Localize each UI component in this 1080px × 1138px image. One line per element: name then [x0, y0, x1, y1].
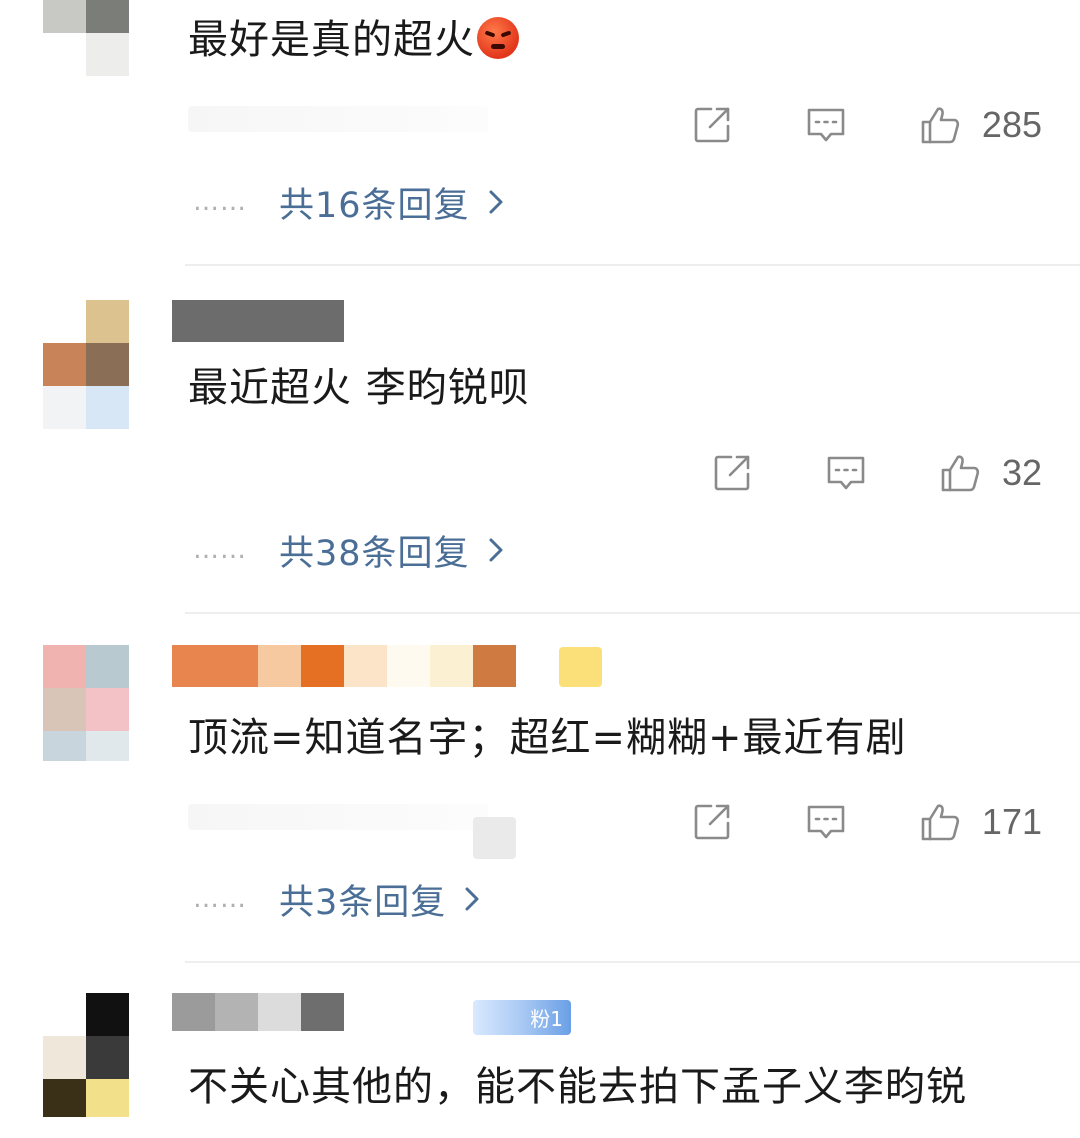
comment-text: 顶流=知道名字；超红=糊糊+最近有剧 — [188, 715, 907, 761]
replies-row: …… 共3条回复 — [193, 874, 480, 924]
chevron-right-icon — [465, 887, 479, 911]
comment-text: 最好是真的超火 — [188, 16, 519, 64]
share-icon[interactable] — [710, 451, 754, 495]
view-replies-link[interactable]: 共16条回复 — [279, 177, 504, 228]
divider — [185, 264, 1080, 266]
avatar[interactable] — [43, 0, 129, 76]
reply-dots: …… — [193, 187, 247, 217]
avatar[interactable] — [43, 645, 129, 761]
divider — [185, 961, 1080, 963]
like-button[interactable]: 171 — [918, 800, 1042, 844]
comment-meta — [188, 106, 488, 132]
comment-actions: 32 — [710, 448, 1042, 498]
reply-dots: …… — [193, 535, 247, 565]
comment-text: 最近超火 李昀锐呗 — [188, 365, 530, 411]
username[interactable] — [172, 993, 344, 1031]
like-button[interactable]: 32 — [938, 451, 1042, 495]
view-replies-link[interactable]: 共38条回复 — [279, 525, 504, 576]
comment-icon[interactable] — [804, 800, 848, 844]
like-button[interactable]: 285 — [918, 103, 1042, 147]
view-replies-link[interactable]: 共3条回复 — [279, 874, 480, 925]
divider — [185, 612, 1080, 614]
angry-face-emoji — [477, 17, 519, 59]
replies-row: …… 共38条回复 — [193, 525, 504, 575]
comment-actions: 171 — [690, 797, 1042, 847]
thumbs-up-icon — [918, 800, 962, 844]
location-blur — [473, 817, 516, 859]
username[interactable] — [172, 645, 516, 687]
badge — [559, 647, 602, 687]
thumbs-up-icon — [918, 103, 962, 147]
avatar[interactable] — [43, 300, 129, 429]
thumbs-up-icon — [938, 451, 982, 495]
comment-text: 不关心其他的，能不能去拍下孟子义李昀锐 — [188, 1064, 967, 1110]
comment-actions: 285 — [690, 100, 1042, 150]
like-count: 285 — [981, 104, 1042, 145]
share-icon[interactable] — [690, 800, 734, 844]
comment-icon[interactable] — [824, 451, 868, 495]
chevron-right-icon — [489, 190, 503, 214]
like-count: 171 — [981, 801, 1042, 842]
share-icon[interactable] — [690, 103, 734, 147]
fan-badge[interactable]: 粉1 — [473, 1000, 571, 1035]
replies-row: …… 共16条回复 — [193, 177, 504, 227]
like-count: 32 — [1001, 452, 1042, 493]
comment-icon[interactable] — [804, 103, 848, 147]
reply-dots: …… — [193, 884, 247, 914]
avatar[interactable] — [43, 993, 129, 1117]
comment-meta — [188, 804, 488, 830]
chevron-right-icon — [489, 538, 503, 562]
username[interactable] — [172, 300, 344, 342]
